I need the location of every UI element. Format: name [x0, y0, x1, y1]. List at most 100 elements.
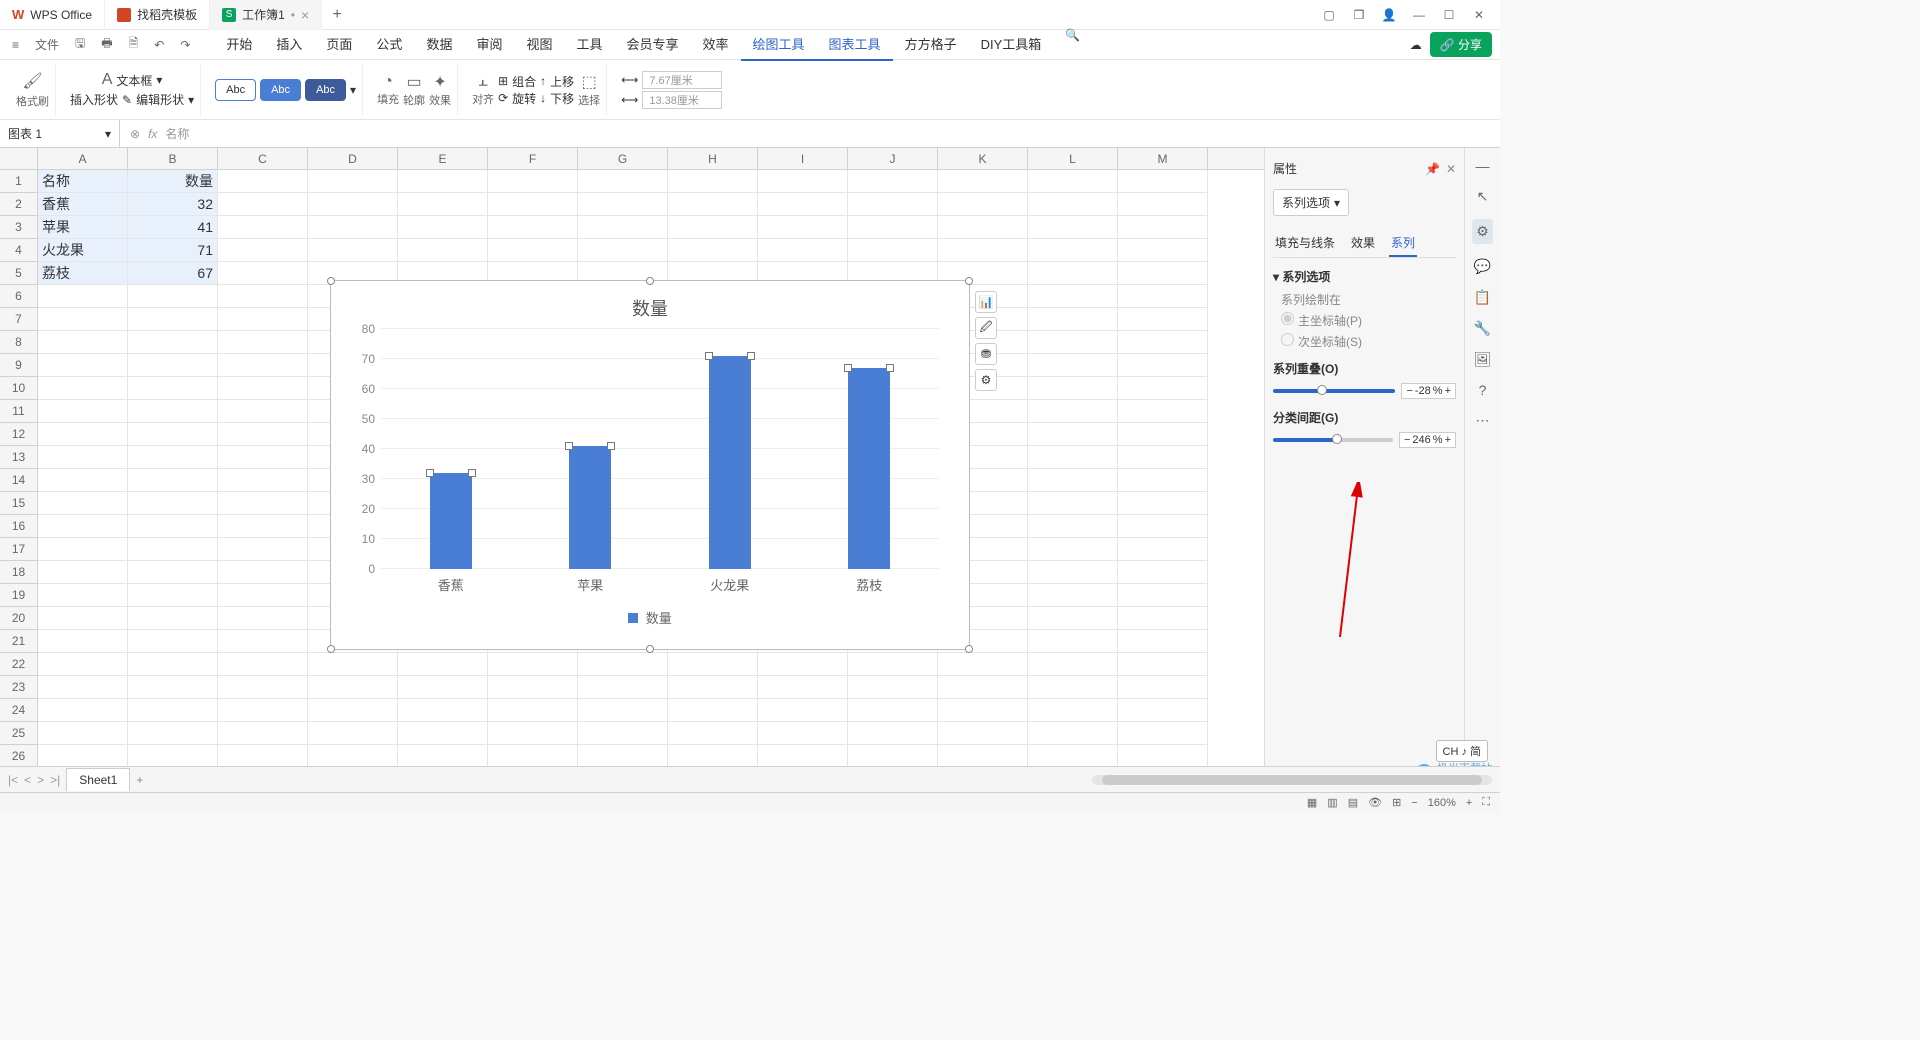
move-up-label[interactable]: 上移	[550, 73, 574, 90]
cell[interactable]	[938, 653, 1028, 676]
cell[interactable]	[848, 745, 938, 768]
cell[interactable]	[848, 239, 938, 262]
cell[interactable]	[38, 561, 128, 584]
cell[interactable]	[308, 676, 398, 699]
cell[interactable]	[218, 469, 308, 492]
name-box[interactable]: 图表 1 ▾	[0, 120, 120, 147]
minimize-icon[interactable]: —	[1406, 5, 1432, 25]
overlap-slider[interactable]	[1273, 389, 1395, 393]
cell[interactable]	[848, 722, 938, 745]
move-down-icon[interactable]: ↓	[540, 91, 546, 105]
cell[interactable]	[938, 239, 1028, 262]
cell[interactable]	[848, 699, 938, 722]
cell[interactable]	[38, 722, 128, 745]
cell[interactable]	[128, 377, 218, 400]
cell[interactable]	[218, 285, 308, 308]
overlap-value-box[interactable]: − -28 % +	[1401, 383, 1456, 399]
cell[interactable]	[1118, 630, 1208, 653]
cell[interactable]	[38, 676, 128, 699]
cell[interactable]	[38, 515, 128, 538]
primary-axis-radio[interactable]: 主坐标轴(P)	[1281, 312, 1456, 329]
col-header[interactable]: D	[308, 148, 398, 169]
cell[interactable]: 名称	[38, 170, 128, 193]
cell[interactable]	[38, 354, 128, 377]
search-icon[interactable]: 🔍	[1065, 28, 1080, 61]
row-header[interactable]: 5	[0, 262, 38, 285]
align-icon[interactable]: ⫠	[478, 73, 488, 90]
col-header[interactable]: B	[128, 148, 218, 169]
sheet-nav-last-icon[interactable]: >|	[50, 773, 60, 787]
row-header[interactable]: 10	[0, 377, 38, 400]
decrement-icon[interactable]: −	[1404, 434, 1410, 446]
cell[interactable]	[38, 331, 128, 354]
ime-indicator[interactable]: CH ♪ 简	[1436, 740, 1489, 762]
cell[interactable]	[38, 446, 128, 469]
cell[interactable]	[1118, 492, 1208, 515]
cell[interactable]: 苹果	[38, 216, 128, 239]
cell[interactable]	[1118, 515, 1208, 538]
secondary-axis-radio[interactable]: 次坐标轴(S)	[1281, 333, 1456, 350]
cell[interactable]	[398, 216, 488, 239]
collapse-rail-icon[interactable]: —	[1476, 158, 1490, 174]
cell[interactable]	[668, 722, 758, 745]
cell[interactable]	[1028, 722, 1118, 745]
cell[interactable]: 香蕉	[38, 193, 128, 216]
cell[interactable]	[1028, 170, 1118, 193]
user-avatar-icon[interactable]: 👤	[1376, 5, 1402, 25]
gap-slider[interactable]	[1273, 438, 1393, 442]
cell[interactable]	[488, 239, 578, 262]
cell[interactable]	[218, 745, 308, 768]
grid-icon[interactable]: ⊞	[1392, 796, 1401, 809]
share-button[interactable]: 🔗 分享	[1430, 32, 1492, 57]
cell[interactable]	[128, 607, 218, 630]
col-header[interactable]: G	[578, 148, 668, 169]
cell[interactable]	[1118, 331, 1208, 354]
col-header[interactable]: C	[218, 148, 308, 169]
increment-icon[interactable]: +	[1445, 434, 1451, 446]
menu-efficiency[interactable]: 效率	[691, 28, 741, 61]
cell[interactable]	[218, 492, 308, 515]
tab-fill-line[interactable]: 填充与线条	[1273, 230, 1337, 257]
image-tool-icon[interactable]: 🖼	[1474, 351, 1492, 368]
cell[interactable]	[848, 193, 938, 216]
h-scrollbar[interactable]	[1092, 775, 1492, 785]
row-header[interactable]: 1	[0, 170, 38, 193]
cell[interactable]	[668, 239, 758, 262]
cell[interactable]	[1028, 699, 1118, 722]
cell[interactable]	[1028, 377, 1118, 400]
chart-settings-icon[interactable]: ⚙	[975, 369, 997, 391]
cell[interactable]	[38, 400, 128, 423]
bars[interactable]	[381, 329, 939, 569]
clipboard-tool-icon[interactable]: 📋	[1474, 289, 1491, 306]
cell[interactable]	[488, 699, 578, 722]
cell[interactable]	[668, 745, 758, 768]
cell[interactable]	[1118, 423, 1208, 446]
menu-diy[interactable]: DIY工具箱	[969, 28, 1054, 61]
row-header[interactable]: 21	[0, 630, 38, 653]
sheet-tab-1[interactable]: Sheet1	[66, 768, 130, 791]
cell[interactable]	[1028, 745, 1118, 768]
cell[interactable]	[488, 216, 578, 239]
cell[interactable]	[578, 745, 668, 768]
cell[interactable]	[758, 193, 848, 216]
row-header[interactable]: 3	[0, 216, 38, 239]
cell[interactable]	[218, 676, 308, 699]
cell[interactable]	[758, 676, 848, 699]
cell[interactable]	[1118, 676, 1208, 699]
textbox-label[interactable]: 文本框	[116, 72, 152, 89]
cell[interactable]	[1028, 653, 1118, 676]
cell[interactable]	[1118, 538, 1208, 561]
chat-tool-icon[interactable]: 💬	[1474, 258, 1491, 275]
menu-icon[interactable]: ≡	[8, 36, 23, 54]
cell[interactable]	[1118, 262, 1208, 285]
close-panel-icon[interactable]: ✕	[1446, 162, 1456, 176]
menu-draw-tools[interactable]: 绘图工具	[741, 28, 817, 61]
cell[interactable]	[848, 170, 938, 193]
cell[interactable]	[308, 216, 398, 239]
save-icon[interactable]: 🖫	[71, 32, 89, 57]
cell[interactable]	[1028, 469, 1118, 492]
group-label[interactable]: 组合	[512, 73, 536, 90]
cell[interactable]	[218, 193, 308, 216]
add-sheet-icon[interactable]: +	[136, 773, 143, 787]
row-header[interactable]: 18	[0, 561, 38, 584]
